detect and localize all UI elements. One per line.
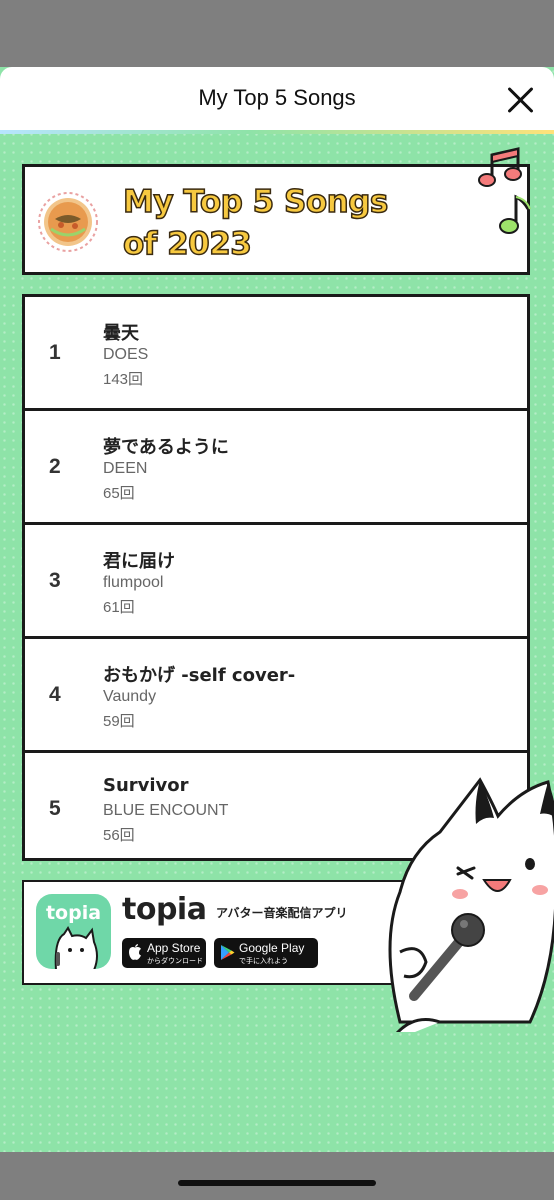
rank-number: 4 bbox=[49, 683, 61, 706]
song-title: 君に届け bbox=[103, 551, 175, 572]
google-play-label: Google Play bbox=[239, 941, 305, 955]
singing-cat-mascot bbox=[388, 777, 554, 1032]
google-play-icon bbox=[221, 945, 235, 960]
share-sheet: My Top 5 Songs My Top 5 Songs of 2023 1 … bbox=[0, 67, 554, 1152]
mascot-small-icon bbox=[54, 926, 98, 969]
list-item: 3 君に届け flumpool 61回 bbox=[25, 525, 527, 639]
rank-number: 3 bbox=[49, 569, 61, 592]
rank-number: 2 bbox=[49, 455, 61, 478]
artist-name: BLUE ENCOUNT bbox=[103, 802, 229, 819]
song-title: 夢であるように bbox=[103, 437, 229, 458]
card-title-line-1: My Top 5 Songs bbox=[122, 183, 389, 221]
food-illustration bbox=[38, 192, 98, 252]
app-store-button[interactable]: App Store からダウンロード bbox=[122, 938, 206, 968]
sheet-header: My Top 5 Songs bbox=[0, 67, 554, 130]
song-title: おもかげ -self cover- bbox=[103, 665, 296, 686]
app-store-sublabel: からダウンロード bbox=[147, 957, 203, 965]
artist-name: DOES bbox=[103, 346, 149, 363]
rank-number: 5 bbox=[49, 797, 61, 820]
play-count: 143回 bbox=[103, 371, 144, 388]
card-title: My Top 5 Songs of 2023 bbox=[122, 181, 389, 265]
header-strip bbox=[0, 130, 554, 134]
list-item: 4 おもかげ -self cover- Vaundy 59回 bbox=[25, 639, 527, 753]
apple-icon bbox=[129, 944, 141, 960]
rank-number: 1 bbox=[49, 341, 61, 364]
app-icon-label: topia bbox=[45, 902, 102, 924]
list-item: 1 曇天 DOES 143回 bbox=[25, 297, 527, 411]
card-title-line-2: of 2023 bbox=[122, 225, 252, 263]
play-count: 59回 bbox=[103, 713, 135, 730]
bottom-bar bbox=[0, 1152, 554, 1200]
play-count: 65回 bbox=[103, 485, 135, 502]
music-note-icon bbox=[478, 147, 522, 187]
list-item: 2 夢であるように DEEN 65回 bbox=[25, 411, 527, 525]
artist-name: Vaundy bbox=[103, 688, 157, 705]
close-icon[interactable] bbox=[506, 85, 536, 115]
app-store-label: App Store bbox=[147, 941, 201, 955]
app-icon[interactable]: topia bbox=[36, 894, 111, 969]
sheet-title: My Top 5 Songs bbox=[198, 85, 356, 110]
music-note-icon bbox=[499, 194, 531, 234]
play-count: 56回 bbox=[103, 827, 135, 844]
brand-logo: topia bbox=[122, 892, 207, 927]
status-area bbox=[0, 0, 554, 67]
artist-name: flumpool bbox=[103, 574, 164, 591]
artist-name: DEEN bbox=[103, 460, 148, 477]
home-indicator[interactable] bbox=[178, 1180, 376, 1186]
song-title: 曇天 bbox=[103, 323, 139, 344]
song-title: Survivor bbox=[103, 775, 189, 796]
title-card: My Top 5 Songs of 2023 bbox=[22, 164, 530, 275]
google-play-button[interactable]: Google Play で手に入れよう bbox=[214, 938, 318, 968]
google-play-sublabel: で手に入れよう bbox=[239, 957, 288, 965]
brand-tagline: アバター音楽配信アプリ bbox=[216, 906, 348, 920]
play-count: 61回 bbox=[103, 599, 135, 616]
